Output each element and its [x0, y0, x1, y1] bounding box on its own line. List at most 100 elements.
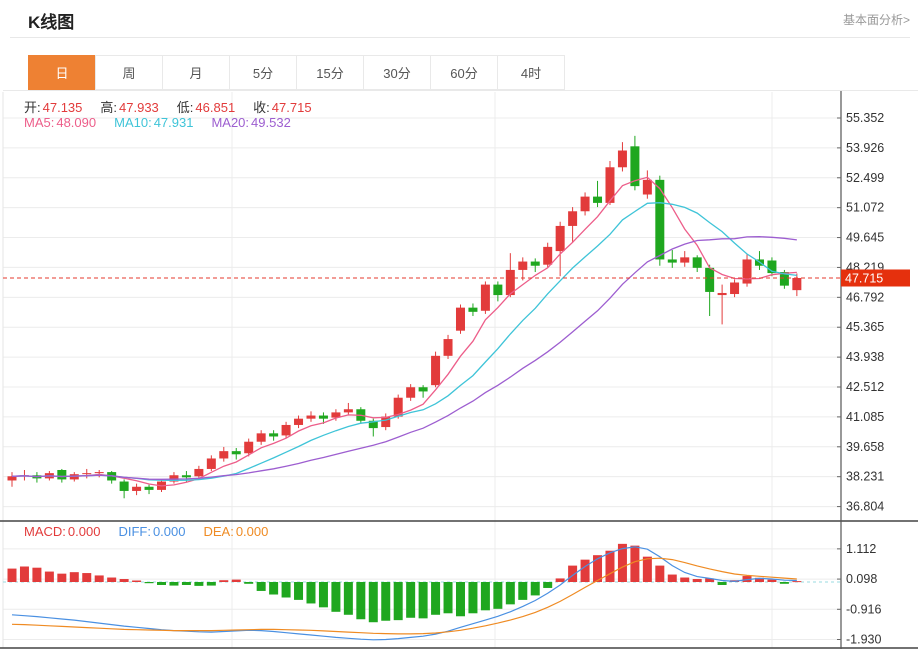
- macd-bar: [344, 582, 353, 615]
- candle-body: [493, 285, 502, 295]
- tab-period-15min[interactable]: 15分: [296, 55, 364, 90]
- macd-bar: [120, 579, 129, 582]
- macd-bar: [45, 572, 54, 582]
- axis-tick-label: 42.512: [846, 380, 884, 394]
- tab-period-day[interactable]: 日: [28, 55, 96, 90]
- axis-tick-label: 51.072: [846, 201, 884, 215]
- candle-body: [219, 451, 228, 458]
- candle-body: [306, 416, 315, 419]
- macd-bar: [132, 581, 141, 582]
- candle-body: [792, 278, 801, 290]
- macd-bar: [356, 582, 365, 619]
- macd-bar: [780, 582, 789, 584]
- tab-period-30min[interactable]: 30分: [363, 55, 431, 90]
- close-label: 收:: [253, 100, 270, 115]
- macd-bar: [57, 574, 66, 582]
- grid-layer: [3, 92, 841, 648]
- candle-body: [543, 247, 552, 265]
- axis-tick-label: 36.804: [846, 500, 884, 514]
- ma20-label: MA20:: [211, 115, 249, 130]
- macd-bar: [70, 572, 79, 582]
- axis-tick-label: -1.930: [846, 633, 881, 647]
- macd-bar: [468, 582, 477, 613]
- candle-body: [244, 442, 253, 454]
- tab-period-week[interactable]: 周: [95, 55, 163, 90]
- axis-tick-label: 41.085: [846, 410, 884, 424]
- macd-bar: [506, 582, 515, 604]
- macd-bar: [182, 582, 191, 585]
- candle-body: [419, 387, 428, 391]
- candle-body: [743, 259, 752, 283]
- candle-body: [456, 308, 465, 331]
- tab-period-4hour[interactable]: 4时: [497, 55, 565, 90]
- macd-bar: [431, 582, 440, 615]
- axis-tick-label: 46.792: [846, 290, 884, 304]
- tab-period-5min[interactable]: 5分: [229, 55, 297, 90]
- candle-body: [269, 433, 278, 436]
- candle-body: [718, 293, 727, 295]
- candle-body: [294, 419, 303, 425]
- ma10-value: 47.931: [154, 115, 194, 130]
- axis-tick-label: 49.645: [846, 231, 884, 245]
- axis-tick-label: 39.658: [846, 440, 884, 454]
- macd-bar: [319, 582, 328, 607]
- macd-bar: [232, 580, 241, 582]
- candle-body: [207, 458, 216, 468]
- axis-tick-label: 45.365: [846, 320, 884, 334]
- candle-body: [145, 487, 154, 490]
- ma10-label: MA10:: [114, 115, 152, 130]
- candle-body: [593, 197, 602, 203]
- candle-body: [95, 472, 104, 473]
- dea-value: 0.000: [236, 524, 269, 539]
- macd-bar: [95, 575, 104, 582]
- candle-body: [232, 451, 241, 454]
- candle-body: [120, 482, 129, 491]
- macd-bar: [605, 551, 614, 582]
- macd-bar: [531, 582, 540, 595]
- ma5-line: [12, 177, 797, 486]
- candle-body: [344, 409, 353, 412]
- diff-value: 0.000: [153, 524, 186, 539]
- open-label: 开:: [24, 100, 41, 115]
- candle-body: [406, 387, 415, 397]
- candle-body: [82, 473, 91, 474]
- macd-bar: [655, 566, 664, 582]
- macd-bar: [369, 582, 378, 622]
- macd-bar: [219, 580, 228, 582]
- macd-bar: [419, 582, 428, 618]
- macd-bar: [294, 582, 303, 600]
- candle-body: [132, 487, 141, 491]
- macd-bar: [107, 578, 116, 582]
- macd-bar: [444, 582, 453, 613]
- ma20-line: [12, 237, 797, 480]
- macd-bar: [8, 569, 17, 582]
- axis-tick-label: 53.926: [846, 141, 884, 155]
- candle-body: [643, 180, 652, 195]
- macd-bar: [680, 578, 689, 582]
- candle-body: [568, 211, 577, 226]
- macd-bar: [518, 582, 527, 600]
- low-label: 低:: [177, 100, 194, 115]
- macd-bar: [456, 582, 465, 616]
- macd-bar: [693, 579, 702, 582]
- candle-body: [481, 285, 490, 311]
- tab-period-60min[interactable]: 60分: [430, 55, 498, 90]
- macd-bar: [145, 582, 154, 583]
- low-value: 46.851: [195, 100, 235, 115]
- axis-tick-label: 52.499: [846, 171, 884, 185]
- candle-body: [194, 469, 203, 476]
- macd-value: 0.000: [68, 524, 101, 539]
- tab-period-month[interactable]: 月: [162, 55, 230, 90]
- candle-body: [655, 180, 664, 260]
- candle-body: [618, 151, 627, 168]
- macd-bar: [207, 582, 216, 586]
- macd-bar: [157, 582, 166, 585]
- macd-bar: [32, 568, 41, 582]
- macd-bar: [668, 575, 677, 582]
- high-label: 高:: [100, 100, 117, 115]
- macd-bar: [169, 582, 178, 586]
- macd-readout: MACD:0.000DIFF:0.000DEA:0.000: [24, 524, 270, 539]
- close-value: 47.715: [272, 100, 312, 115]
- macd-layer: [8, 544, 802, 640]
- candles-layer: [8, 136, 802, 498]
